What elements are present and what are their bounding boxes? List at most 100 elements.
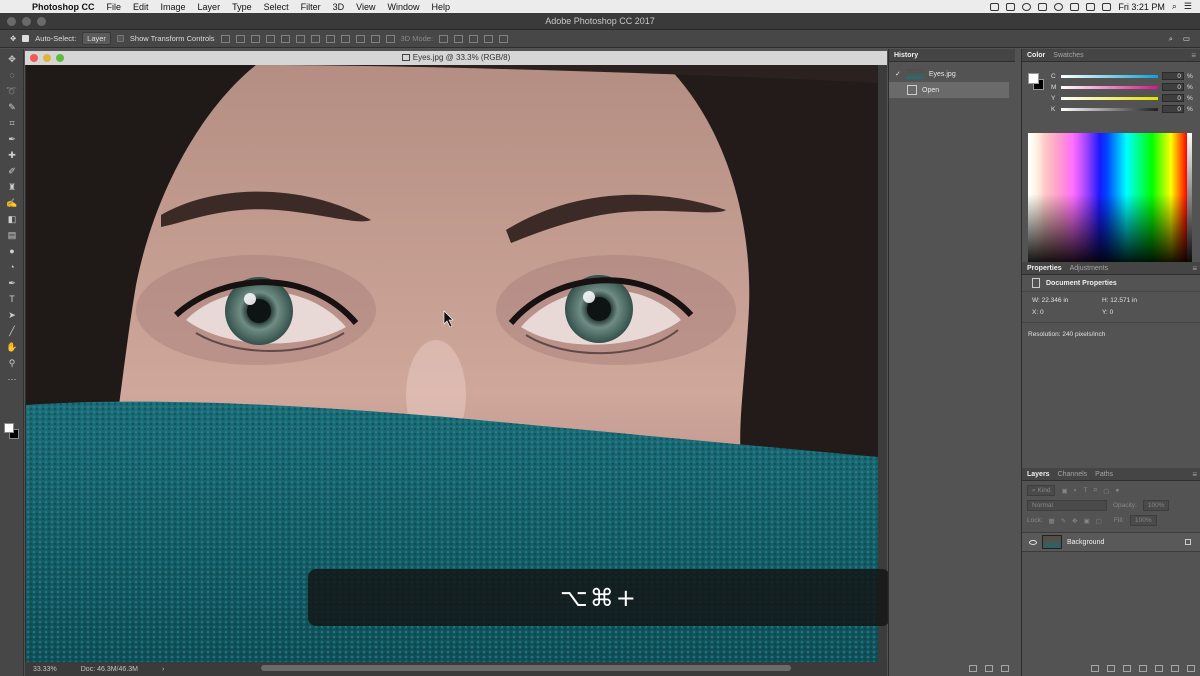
foreground-color-swatch[interactable]: [4, 423, 14, 433]
filter-shape-icon[interactable]: ⌗: [1094, 487, 1098, 495]
new-document-from-state-icon[interactable]: [969, 665, 977, 672]
tab-history[interactable]: History: [894, 52, 918, 59]
layer-lock-icon[interactable]: [1185, 539, 1191, 545]
menu-file[interactable]: File: [107, 2, 122, 12]
screen-record-icon[interactable]: [990, 2, 1000, 11]
move-tool-icon[interactable]: ✥: [5, 54, 19, 65]
lasso-tool-icon[interactable]: ➰: [5, 86, 19, 97]
lock-position-icon[interactable]: ✥: [1072, 517, 1077, 525]
search-icon[interactable]: ⌕: [1169, 34, 1173, 44]
color-spectrum[interactable]: [1028, 133, 1187, 268]
distribute-vcenter-icon[interactable]: [325, 34, 335, 43]
slider-yellow[interactable]: Y 0 %: [1051, 93, 1196, 103]
distribute-top-icon[interactable]: [310, 34, 320, 43]
lock-pixels-icon[interactable]: ✎: [1061, 517, 1066, 525]
delete-layer-icon[interactable]: [1187, 665, 1195, 672]
healing-brush-tool-icon[interactable]: ✚: [5, 150, 19, 161]
height-field[interactable]: H: 12.571 in: [1102, 297, 1172, 304]
filter-smart-object-icon[interactable]: ▢: [1103, 487, 1109, 495]
3d-slide-icon[interactable]: [484, 34, 494, 43]
creative-cloud-icon[interactable]: [1022, 2, 1032, 11]
workspace-icon[interactable]: ▭: [1183, 34, 1190, 44]
menu-help[interactable]: Help: [431, 2, 450, 12]
gradient-tool-icon[interactable]: ▤: [5, 230, 19, 241]
history-snapshot[interactable]: ✓ Eyes.jpg: [889, 66, 1015, 82]
zoom-tool-icon[interactable]: ⚲: [5, 358, 19, 369]
marquee-tool-icon[interactable]: ◌: [5, 70, 19, 81]
clock[interactable]: Fri 3:21 PM: [1118, 2, 1165, 12]
tab-adjustments[interactable]: Adjustments: [1070, 265, 1109, 272]
opacity-field[interactable]: 100%: [1142, 500, 1170, 511]
menu-image[interactable]: Image: [161, 2, 186, 12]
menu-3d[interactable]: 3D: [333, 2, 345, 12]
new-layer-icon[interactable]: [1171, 665, 1179, 672]
link-layers-icon[interactable]: [1091, 665, 1099, 672]
display-icon[interactable]: [1070, 2, 1080, 11]
auto-select-checkbox[interactable]: [22, 35, 30, 42]
3d-drag-icon[interactable]: [469, 34, 479, 43]
tab-color[interactable]: Color: [1027, 52, 1045, 59]
tab-layers[interactable]: Layers: [1027, 471, 1050, 478]
horizontal-scrollbar[interactable]: [261, 665, 791, 671]
menu-edit[interactable]: Edit: [133, 2, 149, 12]
trash-icon[interactable]: [1001, 665, 1009, 672]
3d-roll-icon[interactable]: [454, 34, 464, 43]
panel-menu-icon[interactable]: ≡: [1192, 264, 1197, 273]
quick-select-tool-icon[interactable]: ✎: [5, 102, 19, 113]
eraser-tool-icon[interactable]: ◧: [5, 214, 19, 225]
tab-properties[interactable]: Properties: [1027, 265, 1062, 272]
volume-icon[interactable]: [1102, 2, 1112, 11]
menu-type[interactable]: Type: [232, 2, 252, 12]
brush-source-icon[interactable]: ✓: [895, 70, 901, 78]
pen-tool-icon[interactable]: ✒: [5, 278, 19, 289]
layer-style-icon[interactable]: [1107, 665, 1115, 672]
clone-stamp-tool-icon[interactable]: ♜: [5, 182, 19, 193]
distribute-left-icon[interactable]: [355, 34, 365, 43]
history-brush-tool-icon[interactable]: ✍: [5, 198, 19, 209]
notification-icon[interactable]: ☰: [1184, 1, 1192, 12]
doc-minimize-button[interactable]: [43, 54, 51, 62]
evernote-icon[interactable]: [1006, 2, 1016, 11]
status-menu-icon[interactable]: ›: [162, 666, 164, 673]
brush-tool-icon[interactable]: ✐: [5, 166, 19, 177]
3d-rotate-icon[interactable]: [439, 34, 449, 43]
panel-menu-icon[interactable]: ≡: [1192, 470, 1197, 479]
camera-icon[interactable]: [985, 665, 993, 672]
move-tool-icon[interactable]: ✥: [10, 34, 16, 43]
menu-view[interactable]: View: [356, 2, 375, 12]
more-tools-icon[interactable]: ⋯: [5, 374, 19, 385]
tab-channels[interactable]: Channels: [1058, 471, 1088, 478]
align-vcenter-icon[interactable]: [235, 34, 245, 43]
eject-icon[interactable]: [1086, 2, 1096, 11]
line-tool-icon[interactable]: ╱: [5, 326, 19, 337]
x-field[interactable]: X: 0: [1032, 309, 1102, 316]
filter-toggle-icon[interactable]: ●: [1115, 487, 1119, 494]
layer-row[interactable]: Background: [1022, 532, 1200, 552]
filter-type-icon[interactable]: T: [1084, 487, 1088, 494]
zoom-level[interactable]: 33.33%: [33, 666, 57, 673]
history-state[interactable]: Open: [889, 82, 1009, 98]
add-mask-icon[interactable]: [1123, 665, 1131, 672]
tab-swatches[interactable]: Swatches: [1053, 52, 1083, 59]
align-right-icon[interactable]: [295, 34, 305, 43]
distribute-hcenter-icon[interactable]: [370, 34, 380, 43]
fill-field[interactable]: 100%: [1130, 515, 1157, 526]
eyedropper-tool-icon[interactable]: ✒: [5, 134, 19, 145]
filter-kind-dropdown[interactable]: ⌕ Kind: [1027, 485, 1056, 496]
distribute-bottom-icon[interactable]: [340, 34, 350, 43]
color-foreground-swatch[interactable]: [1028, 73, 1039, 84]
3d-scale-icon[interactable]: [499, 34, 509, 43]
align-left-icon[interactable]: [265, 34, 275, 43]
distribute-right-icon[interactable]: [385, 34, 395, 43]
blend-mode-dropdown[interactable]: Normal: [1027, 500, 1107, 511]
menu-window[interactable]: Window: [387, 2, 419, 12]
menu-select[interactable]: Select: [264, 2, 289, 12]
visibility-eye-icon[interactable]: [1029, 539, 1037, 545]
align-bottom-icon[interactable]: [250, 34, 260, 43]
doc-close-button[interactable]: [30, 54, 38, 62]
lock-transparent-icon[interactable]: ▦: [1049, 517, 1055, 525]
y-field[interactable]: Y: 0: [1102, 309, 1172, 316]
align-hcenter-icon[interactable]: [280, 34, 290, 43]
spotlight-icon[interactable]: ⌕: [1172, 1, 1177, 12]
align-top-icon[interactable]: [220, 34, 230, 43]
